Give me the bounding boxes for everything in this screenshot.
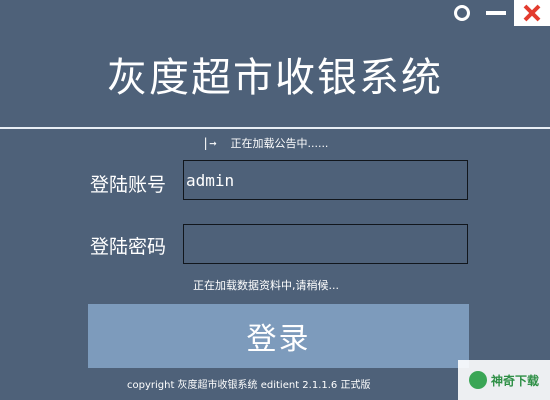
settings-button[interactable] [446,0,478,26]
login-button[interactable]: 登录 [88,304,469,368]
username-label: 登陆账号 [90,174,167,196]
watermark-text: 神奇下载 [490,373,539,388]
password-label: 登陆密码 [90,236,167,258]
app-title: 灰度超市收银系统 [107,55,443,101]
watermark-logo-icon [468,371,487,389]
arrow-icon: |→ [202,136,217,150]
minimize-button[interactable] [480,0,512,26]
close-icon [523,4,541,22]
header-divider [0,127,550,129]
circle-settings-icon [454,5,470,21]
minimize-icon [486,11,506,15]
username-input[interactable] [183,160,468,200]
announcement-text: 正在加载公告中...... [230,137,329,150]
close-button[interactable] [514,0,550,26]
announcement-bar: |→ 正在加载公告中...... [202,135,328,151]
copyright-text: copyright 灰度超市收银系统 editient 2.1.1.6 正式版 [127,380,371,391]
password-input[interactable] [183,224,468,264]
watermark: 神奇下载 [458,360,550,400]
loading-status: 正在加载数据资料中,请稍候... [193,279,339,292]
